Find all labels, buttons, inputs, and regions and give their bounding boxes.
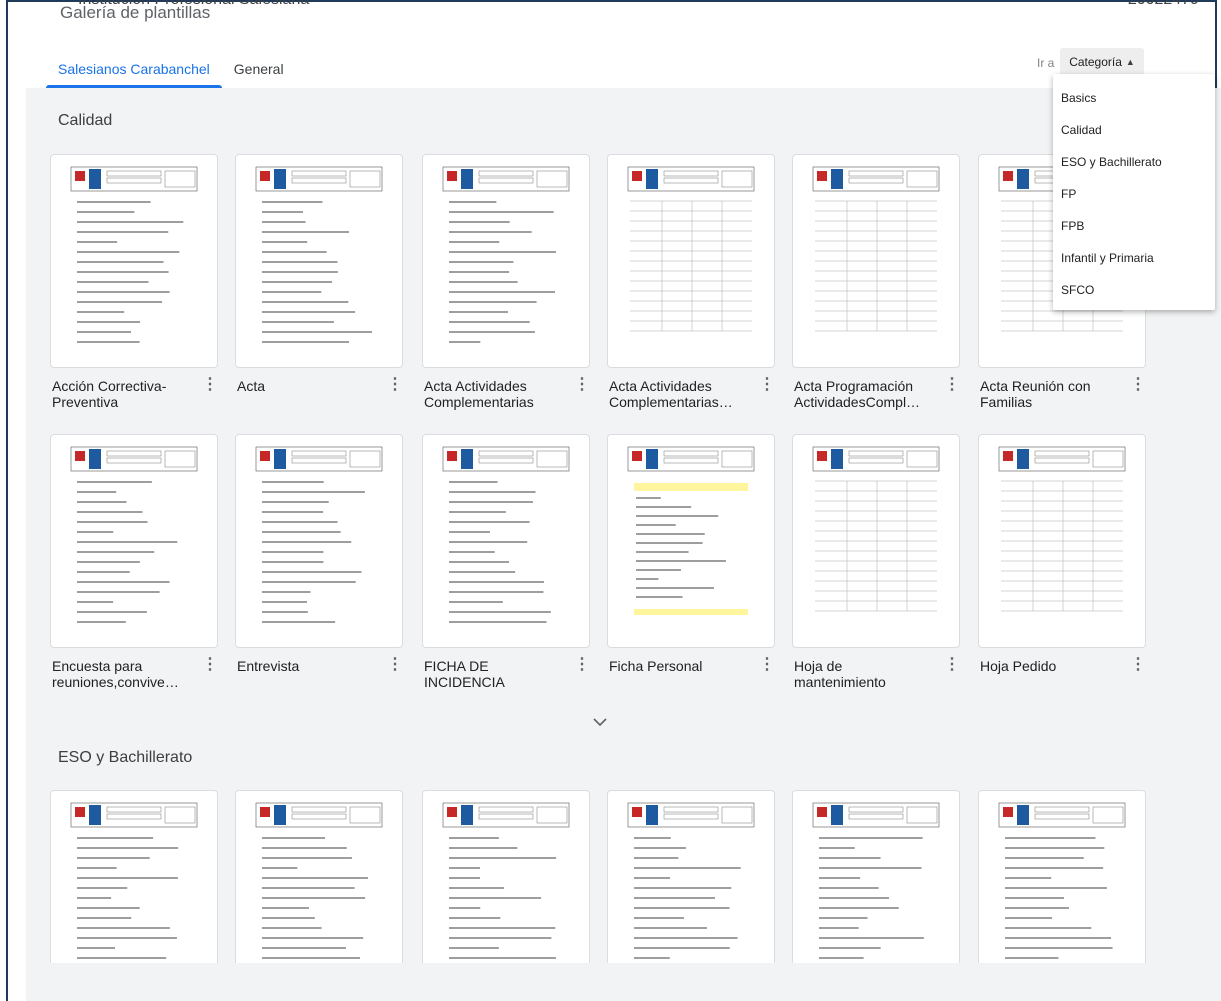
template-card[interactable] <box>422 434 590 648</box>
template-thumbnail <box>255 446 383 623</box>
section-title-eso-bachillerato: ESO y Bachillerato <box>58 749 193 766</box>
template-name[interactable]: Encuesta para reuniones,convive… <box>52 658 182 690</box>
more-vert-icon[interactable]: ⋮ <box>574 655 590 675</box>
template-card[interactable] <box>235 154 403 368</box>
gallery-title: Galería de plantillas <box>60 3 211 22</box>
category-menu-item-calidad[interactable]: Calidad <box>1053 114 1215 146</box>
template-card[interactable] <box>978 434 1146 648</box>
more-vert-icon[interactable]: ⋮ <box>944 655 960 675</box>
template-thumbnail <box>442 802 570 959</box>
tab-salesianos-carabanchel[interactable]: Salesianos Carabanchel <box>46 54 222 88</box>
template-card[interactable] <box>50 790 218 963</box>
category-menu-item-fp[interactable]: FP <box>1053 178 1215 210</box>
chevron-down-icon[interactable] <box>588 712 612 732</box>
template-name[interactable]: Hoja de mantenimiento <box>794 658 924 690</box>
template-name[interactable]: Acta Programación ActividadesCompl… <box>794 378 924 410</box>
template-card[interactable] <box>50 434 218 648</box>
more-vert-icon[interactable]: ⋮ <box>759 375 775 395</box>
template-card[interactable] <box>978 790 1146 963</box>
more-vert-icon[interactable]: ⋮ <box>387 375 403 395</box>
category-menu-item-fpb[interactable]: FPB <box>1053 210 1215 242</box>
category-menu-item-infantil-primaria[interactable]: Infantil y Primaria <box>1053 242 1215 274</box>
template-thumbnail <box>442 446 570 623</box>
template-thumbnail <box>627 802 755 959</box>
template-thumbnail <box>812 446 940 612</box>
more-vert-icon[interactable]: ⋮ <box>944 375 960 395</box>
template-name[interactable]: Acción Correctiva-Preventiva <box>52 378 182 410</box>
tab-general[interactable]: General <box>222 54 296 86</box>
template-card[interactable] <box>792 434 960 648</box>
template-card[interactable] <box>235 434 403 648</box>
template-thumbnail <box>998 446 1126 612</box>
more-vert-icon[interactable]: ⋮ <box>202 375 218 395</box>
more-vert-icon[interactable]: ⋮ <box>1130 375 1146 395</box>
category-menu-item-eso-bachillerato[interactable]: ESO y Bachillerato <box>1053 146 1215 178</box>
template-thumbnail <box>812 802 940 959</box>
section-title-calidad: Calidad <box>58 112 113 129</box>
category-button[interactable]: Categoría ▲ <box>1060 48 1144 76</box>
template-thumbnail <box>627 446 755 615</box>
template-thumbnail <box>442 166 570 343</box>
more-vert-icon[interactable]: ⋮ <box>759 655 775 675</box>
goto-label: Ir a <box>1037 56 1055 70</box>
category-menu: Basics Calidad ESO y Bachillerato FP FPB… <box>1053 74 1215 310</box>
category-menu-item-basics[interactable]: Basics <box>1053 82 1215 114</box>
template-card[interactable] <box>50 154 218 368</box>
template-card[interactable] <box>792 790 960 963</box>
template-thumbnail <box>255 166 383 343</box>
caret-up-icon: ▲ <box>1125 57 1135 67</box>
more-vert-icon[interactable]: ⋮ <box>574 375 590 395</box>
template-name[interactable]: Ficha Personal <box>609 658 739 674</box>
template-name[interactable]: FICHA DE INCIDENCIA <box>424 658 554 690</box>
template-name[interactable]: Acta <box>237 378 367 394</box>
template-card[interactable] <box>422 790 590 963</box>
template-card[interactable] <box>792 154 960 368</box>
template-card[interactable] <box>607 154 775 368</box>
template-thumbnail <box>998 802 1126 959</box>
institution-code: 20022479 <box>1128 0 1199 9</box>
category-button-label: Categoría <box>1069 55 1122 69</box>
template-card[interactable] <box>607 790 775 963</box>
category-menu-item-sfco[interactable]: SFCO <box>1053 274 1215 306</box>
tab-bar: Salesianos Carabanchel General <box>46 54 296 88</box>
template-name[interactable]: Acta Reunión con Familias <box>980 378 1110 410</box>
template-card[interactable] <box>235 790 403 963</box>
window-frame-left <box>6 0 8 1001</box>
template-thumbnail <box>70 166 198 343</box>
more-vert-icon[interactable]: ⋮ <box>1130 655 1146 675</box>
template-name[interactable]: Acta Actividades Complementarias <box>424 378 554 410</box>
template-gallery: Calidad ESO y Bachillerato Acción Correc… <box>26 88 1221 1001</box>
template-thumbnail <box>70 802 198 959</box>
more-vert-icon[interactable]: ⋮ <box>202 655 218 675</box>
more-vert-icon[interactable]: ⋮ <box>387 655 403 675</box>
template-thumbnail <box>812 166 940 332</box>
template-name[interactable]: Acta Actividades Complementarias… <box>609 378 739 410</box>
template-thumbnail <box>70 446 198 623</box>
template-name[interactable]: Entrevista <box>237 658 367 674</box>
template-name[interactable]: Hoja Pedido <box>980 658 1110 674</box>
template-card[interactable] <box>607 434 775 648</box>
template-card[interactable] <box>422 154 590 368</box>
template-thumbnail <box>255 802 383 959</box>
template-thumbnail <box>627 166 755 332</box>
